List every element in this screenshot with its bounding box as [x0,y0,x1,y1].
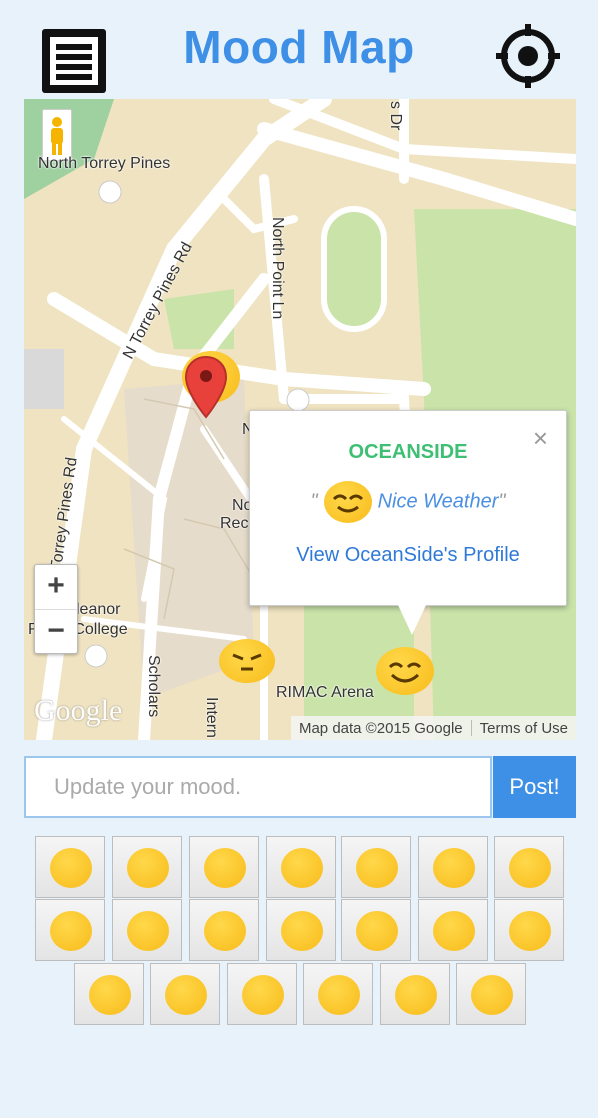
red-map-pin-icon[interactable] [184,355,228,419]
info-window-tail [398,605,426,635]
smiling-emoji-icon [323,481,372,523]
grinning-teeth-emoji-icon[interactable] [112,899,182,961]
unamused-emoji-icon[interactable] [303,963,373,1025]
map-attribution: Map data ©2015 Google Terms of Use [290,716,576,740]
emoji-row [0,899,598,963]
map-label: s Dr [387,101,404,131]
grinning-sweat-emoji-icon[interactable] [418,836,488,898]
map-label: North Point Ln [269,217,286,320]
mood-input-row: Post! [24,756,576,820]
grimacing-emoji-icon[interactable] [150,963,220,1025]
app-header: Mood Map [0,0,598,100]
map-label: Scholars [145,655,162,718]
pensive-emoji-icon[interactable] [418,899,488,961]
angry-emoji-icon[interactable] [380,963,450,1025]
post-button[interactable]: Post! [493,756,576,818]
waving-emoji-icon[interactable] [189,899,259,961]
street-view-pegman-icon[interactable] [42,109,72,161]
smiling-emoji-icon[interactable] [376,647,436,697]
info-username: OCEANSIDE [348,441,468,463]
open-quote: " [310,490,318,513]
mood-map[interactable]: North Torrey Pines N Torrey Pines Rd Tor… [24,99,576,740]
crying-loud-emoji-icon[interactable] [456,963,526,1025]
terms-of-use-link[interactable]: Terms of Use [472,720,576,737]
map-label: leanor [76,601,121,618]
map-data-credit: Map data ©2015 Google [298,719,463,737]
pouting-emoji-icon[interactable] [219,639,277,685]
surprised-emoji-icon[interactable] [266,899,336,961]
mood-info-window: × OCEANSIDE " Nice Weather" View OceanSi… [249,410,567,635]
frowning-emoji-icon[interactable] [341,899,411,961]
zoom-control: + − [34,564,78,654]
emoji-row [0,836,598,900]
view-profile-link[interactable]: View OceanSide's Profile [250,544,566,567]
smiling-emoji-icon[interactable] [35,836,105,898]
heart-eyes-emoji-icon[interactable] [266,836,336,898]
smirking-emoji-icon[interactable] [494,836,564,898]
mood-text: Nice Weather [377,490,499,513]
mood-input[interactable] [24,756,492,818]
close-quote: " [498,490,506,513]
crosshair-locate-icon[interactable] [494,22,562,90]
map-label: North Torrey Pines [38,155,171,172]
zoom-out-button[interactable]: − [35,610,77,654]
praying-emoji-icon[interactable] [74,963,144,1025]
emoji-row [0,963,598,1027]
zoom-in-button[interactable]: + [35,565,77,610]
confounded-emoji-icon[interactable] [494,899,564,961]
pouting-emoji-icon[interactable] [227,963,297,1025]
map-label: Rec [220,515,249,532]
info-mood: " Nice Weather" [250,481,566,523]
map-label: Intern [203,697,220,738]
sunglasses-emoji-icon[interactable] [35,899,105,961]
kissing-blush-emoji-icon[interactable] [112,836,182,898]
google-logo: Google [34,694,123,727]
winking-kiss-emoji-icon[interactable] [189,836,259,898]
map-label: RIMAC Arena [276,684,374,701]
relieved-emoji-icon[interactable] [341,836,411,898]
